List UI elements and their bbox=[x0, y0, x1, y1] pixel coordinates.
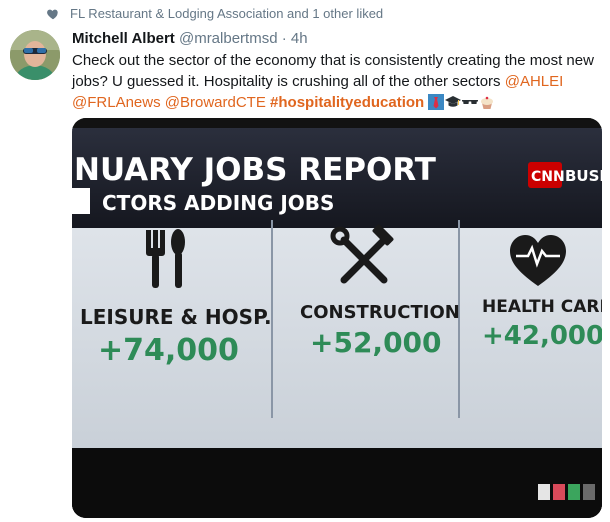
report-subtitle: CTORS ADDING JOBS bbox=[102, 191, 334, 215]
mention-ahlei[interactable]: @AHLEI bbox=[505, 73, 564, 90]
network-suffix: BUSINE bbox=[565, 167, 602, 185]
tweet-text-line3: @FRLAnews @BrowardCTE #hospitalityeducat… bbox=[72, 92, 602, 113]
sector-label-2: HEALTH CARE bbox=[482, 297, 602, 317]
tweet-time[interactable]: 4h bbox=[291, 30, 308, 47]
tweet-text-line2: jobs? U guessed it. Hospitality is crush… bbox=[72, 71, 602, 92]
sector-value-0: +74,000 bbox=[98, 333, 239, 368]
tweet-text: Check out the sector of the economy that… bbox=[72, 50, 602, 113]
avatar[interactable] bbox=[10, 30, 60, 80]
graduation-cap-icon bbox=[445, 96, 462, 107]
tweet-header: Mitchell Albert @mralbertmsd · 4h bbox=[72, 30, 308, 47]
cupcake-icon bbox=[481, 96, 494, 109]
necktie-icon bbox=[428, 94, 445, 110]
tweet-text-line2-plain: jobs? U guessed it. Hospitality is crush… bbox=[72, 73, 505, 90]
author-name[interactable]: Mitchell Albert bbox=[72, 30, 175, 47]
subtitle-marker bbox=[72, 188, 90, 214]
heart-icon bbox=[47, 9, 58, 20]
tv-screen-photo: NUARY JOBS REPORT CTORS ADDING JOBS CNN … bbox=[72, 118, 602, 518]
tweet-text-line1: Check out the sector of the economy that… bbox=[72, 52, 594, 69]
hashtag-hospitalityeducation[interactable]: #hospitalityeducation bbox=[270, 94, 424, 111]
mention-browardcte[interactable]: @BrowardCTE bbox=[165, 94, 266, 111]
social-context-text[interactable]: FL Restaurant & Lodging Association and … bbox=[70, 6, 383, 21]
sector-label-0: LEISURE & HOSP. bbox=[80, 305, 272, 329]
report-title: NUARY JOBS REPORT bbox=[74, 152, 436, 188]
sunglasses-icon bbox=[462, 100, 479, 104]
separator: · bbox=[281, 30, 287, 47]
cnn-logo-text: CNN bbox=[531, 169, 565, 185]
sector-label-1: CONSTRUCTION bbox=[300, 302, 460, 323]
sector-value-1: +52,000 bbox=[310, 326, 442, 359]
mention-frlanews[interactable]: @FRLAnews bbox=[72, 94, 161, 111]
author-handle[interactable]: @mralbertmsd bbox=[179, 30, 278, 47]
tweet-media-photo[interactable]: NUARY JOBS REPORT CTORS ADDING JOBS CNN … bbox=[72, 118, 602, 518]
sector-value-2: +42,000 bbox=[482, 321, 602, 351]
